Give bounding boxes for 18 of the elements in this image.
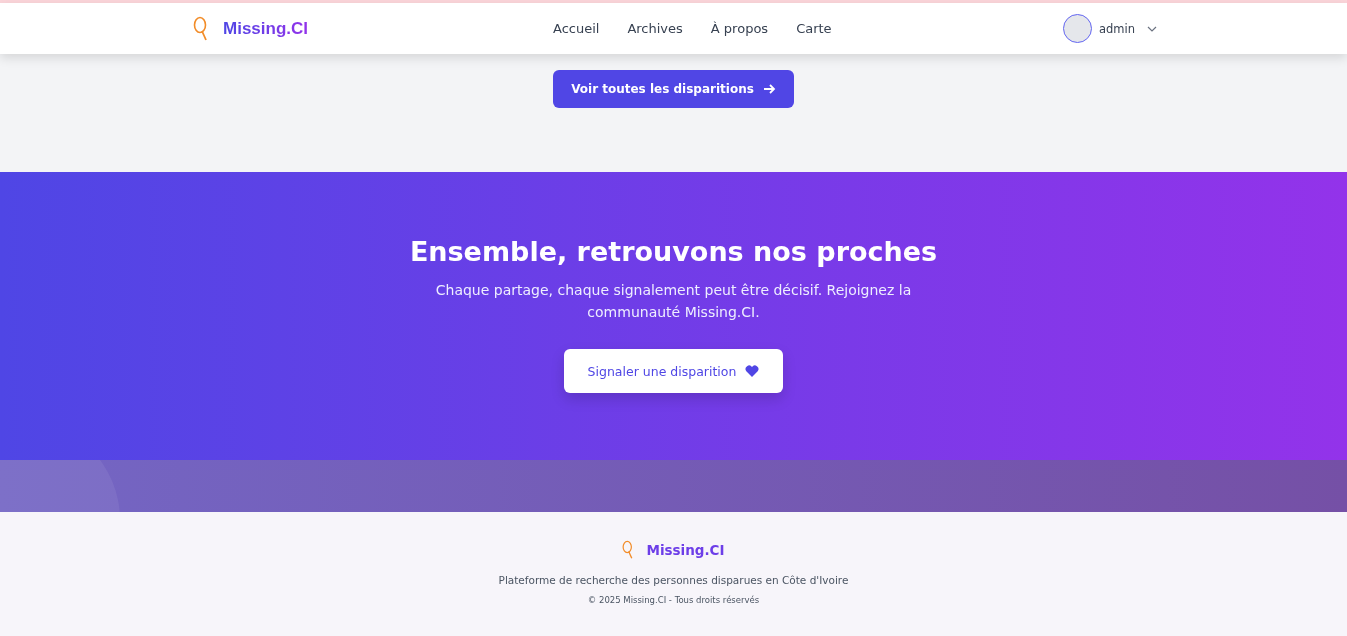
nav-link[interactable]: Archives — [627, 21, 683, 36]
footer-brand: Missing.CI — [646, 542, 725, 558]
cta-text: Chaque partage, chaque signalement peut être décisif. Rejoignez la communauté Missing.CI. — [434, 281, 913, 322]
chevron-down-icon[interactable] — [1147, 25, 1157, 32]
arrow-right-icon — [762, 83, 776, 95]
cta-title: Ensemble, retrouvons nos proches — [409, 236, 938, 267]
footer-tagline: Plateforme de recherche des personnes disparues en Côte d'Ivoire — [498, 574, 849, 586]
nav-link[interactable]: Carte — [796, 21, 832, 36]
magnifier-logo-icon — [622, 540, 635, 560]
magnifier-logo-icon — [193, 15, 209, 42]
nav-link[interactable]: Accueil — [553, 21, 600, 36]
copyright-text: © 2025 Missing.CI - Tous droits réservés — [587, 595, 760, 605]
heart-icon — [745, 365, 760, 377]
nav-link[interactable]: À propos — [710, 21, 769, 36]
avatar-circle[interactable] — [1062, 14, 1092, 43]
report-button[interactable]: Signaler une disparition — [563, 349, 784, 393]
view-all-button[interactable]: Voir toutes les disparitions — [553, 70, 794, 108]
user-name[interactable]: admin — [1098, 21, 1135, 36]
